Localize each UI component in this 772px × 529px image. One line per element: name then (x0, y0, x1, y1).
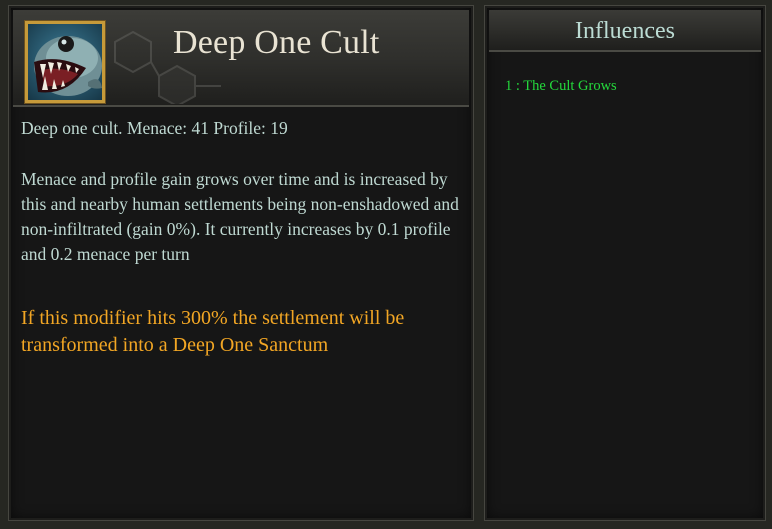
modifier-header: Deep One Cult (13, 10, 469, 107)
modifier-panel: Deep One Cult Deep one cult. Menace: 41 … (8, 5, 474, 521)
influences-header: Influences (489, 10, 761, 52)
modifier-summary: Deep one cult. Menace: 41 Profile: 19 (21, 118, 288, 138)
influences-title: Influences (575, 18, 675, 44)
modifier-description: Menace and profile gain grows over time … (21, 169, 459, 264)
deep-one-portrait-icon (24, 20, 106, 104)
modifier-warning: If this modifier hits 300% the settlemen… (21, 307, 405, 356)
modifier-title: Deep One Cult (173, 24, 380, 61)
influence-item[interactable]: 1 : The Cult Grows (505, 78, 617, 95)
influences-panel: Influences 1 : The Cult Grows (484, 5, 766, 521)
fish-portrait-art (34, 36, 102, 96)
influences-list: 1 : The Cult Grows (505, 78, 617, 95)
